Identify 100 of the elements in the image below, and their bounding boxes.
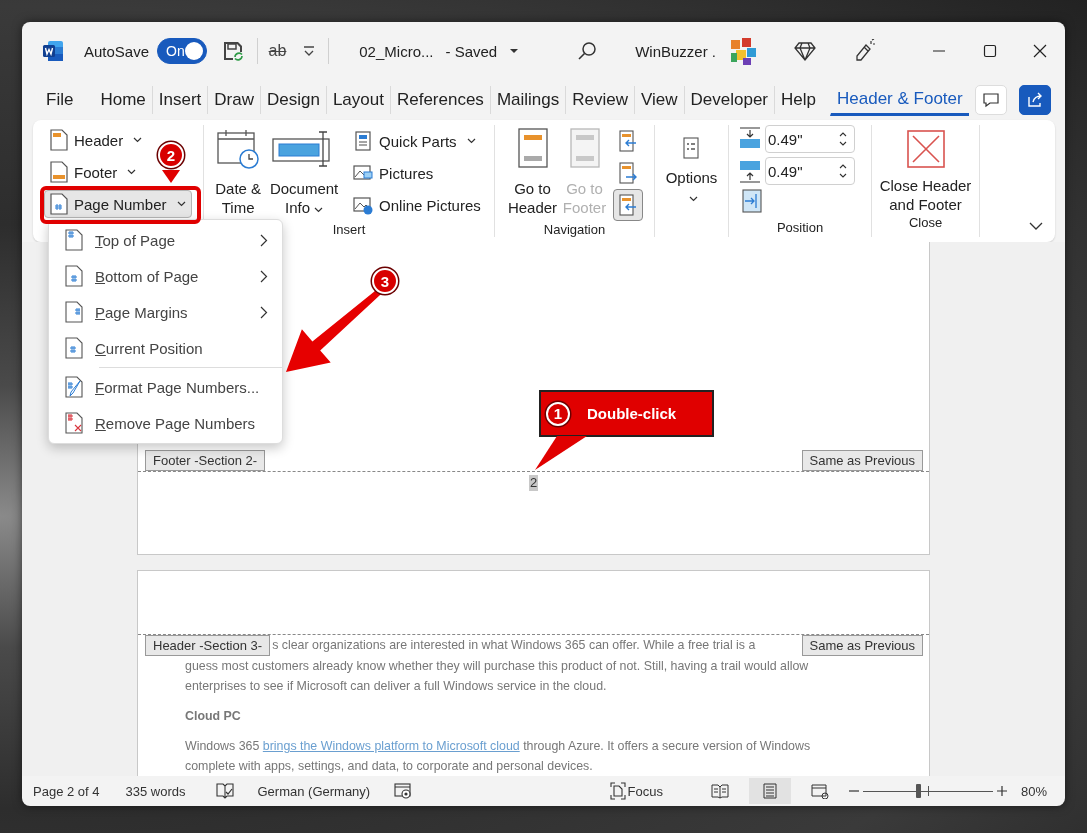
customize-dropdown-icon[interactable] [302,44,317,58]
document-icon [50,161,68,183]
ribbon-button[interactable]: Page Number [44,190,192,218]
page-lines-icon [760,783,779,799]
ribbon-tab[interactable]: Mailings [489,86,566,114]
search-icon[interactable] [577,41,598,61]
page-arrow-icon [617,162,638,184]
comments-button[interactable] [975,85,1007,115]
focus-button[interactable]: Focus [609,782,663,800]
ribbon-tab[interactable]: Review [565,86,634,114]
word-logo-icon[interactable] [42,40,64,62]
same-as-previous-tag: Same as Previous [801,450,923,471]
chevron-down-icon [127,169,137,175]
print-layout-button[interactable] [748,778,791,804]
header-section-tag: Header -Section 3- [145,635,271,656]
page-pen-icon [65,376,83,398]
menu-item[interactable]: Remove Page Numbers [49,405,282,441]
document-icon [50,129,68,151]
menu-item[interactable]: Top of Page [49,222,282,258]
language[interactable]: German (Germany) [257,783,371,799]
zoom-level[interactable]: 80% [1020,783,1047,799]
close-box-icon [906,130,945,168]
spinner-field[interactable]: 0.49" [765,157,855,185]
options-button[interactable]: Options [661,125,722,206]
spin-arrows-icon[interactable] [838,130,848,148]
close-icon [1032,44,1047,58]
picture-icon [353,163,374,183]
ribbon-tab[interactable]: Design [259,86,326,114]
page-number-icon [65,337,83,359]
accessibility-icon[interactable] [394,782,413,800]
pointer-tail [161,170,181,184]
collapse-ribbon-icon[interactable] [1029,222,1043,231]
menu-item[interactable]: Format Page Numbers... [49,369,282,405]
chevron-right-icon [260,233,268,247]
proofing-book-icon[interactable] [216,782,235,800]
ribbon-tab[interactable]: Header & Footer [830,84,969,116]
ribbon-button[interactable]: Go to Header [506,125,559,221]
focus-icon [609,782,626,800]
spinner-field[interactable]: 0.49" [765,125,855,153]
menu-item[interactable]: Current Position [49,330,282,366]
same-as-previous-tag: Same as Previous [801,635,923,656]
zoom-slider[interactable] [862,784,993,798]
chevron-down-icon [689,196,698,202]
maximize-icon [982,44,997,58]
ribbon-button[interactable]: Quick Parts [347,125,487,157]
ribbon-tab[interactable]: Insert [151,86,208,114]
diamond-icon[interactable] [794,41,817,61]
ribbon-button[interactable]: Online Pictures [347,189,487,221]
page-arrow-icon [617,194,638,216]
strikethrough-button[interactable]: ab [268,42,287,60]
body-text: guess most customers already know whether they will purchase this product of not. Still, having a trail would allow enterprises to see if Microsoft can deliver a full Windows service in the cloud. [185,658,810,695]
book-icon [710,783,729,799]
ribbon-tab[interactable]: Developer [683,86,775,114]
page-number-icon [65,229,83,251]
zoom-in-icon[interactable] [996,786,1007,796]
ribbon-tab[interactable]: Layout [325,86,390,114]
navigation-icon-button[interactable] [612,189,643,221]
chevron-right-icon [260,305,268,319]
ribbon-tab[interactable]: Draw [207,86,260,114]
avatar-icon[interactable] [728,36,759,66]
page-count[interactable]: Page 2 of 4 [33,783,100,799]
ribbon-button[interactable]: Pictures [347,157,487,189]
page-arrow-icon [617,130,638,152]
chevron-down-icon [133,137,143,143]
share-button[interactable] [1019,85,1051,115]
ribbon-button[interactable]: Date & Time [211,125,266,221]
calendar-clock-icon [216,129,261,169]
page-number-icon [65,301,83,323]
spin-arrows-icon[interactable] [838,162,848,180]
share-icon [1026,91,1044,109]
ribbon-button[interactable]: Document Info [265,125,344,221]
page-number-field[interactable]: 2 [528,475,539,491]
close-header-footer-button[interactable]: Close Header and Footer [875,125,976,214]
ribbon-tab[interactable]: References [389,86,490,114]
ribbon-tab[interactable]: View [634,86,684,114]
browser-icon [810,783,829,799]
alignment-tab-icon[interactable] [742,189,762,213]
ribbon-tab[interactable]: Home [93,86,152,114]
picture-icon [353,195,374,215]
autosave-label: AutoSave [84,42,150,60]
step-badge: 1 [546,401,570,426]
page-icon [569,128,600,168]
menu-item[interactable]: Page Margins [49,294,282,330]
chevron-down-icon [314,207,324,213]
ribbon-tab[interactable]: File [39,86,80,114]
chevron-down-icon [466,138,476,144]
body-text: Windows 365 brings the Windows platform to Microsoft cloud through Azure. It offers a secure version of Windows complete with apps, settings, and data, to corporate and personal devices. [185,738,812,775]
ribbon-tab[interactable]: Help [774,86,822,114]
page-number-icon [65,265,83,287]
header-top-icon [739,127,761,151]
menu-item[interactable]: Bottom of Page [49,258,282,294]
step-badge: 2 [158,142,184,168]
document-name-button[interactable]: 02_Micro... - Saved [359,42,520,60]
checklist-icon [683,137,700,159]
group-label: Insert [332,221,366,239]
footer-bottom-icon [739,159,761,183]
user-name[interactable]: WinBuzzer . [635,42,717,60]
autosave-toggle[interactable]: On [157,38,207,64]
chevron-right-icon [260,269,268,283]
word-count[interactable]: 335 words [125,783,186,799]
